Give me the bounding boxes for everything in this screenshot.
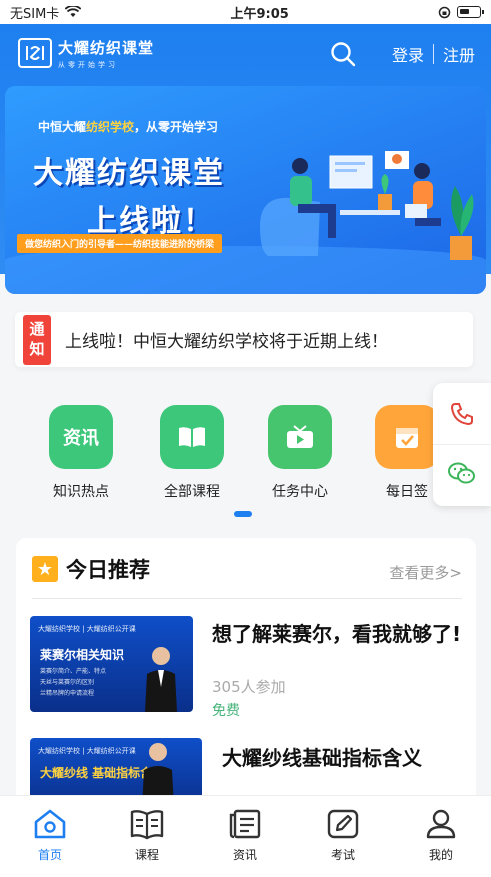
section-divider	[32, 598, 462, 599]
tab-label: 我的	[428, 848, 453, 862]
book-icon	[160, 405, 224, 469]
banner-slogan: 做您纺织入门的引导者——纺织技能进阶的桥梁	[17, 234, 223, 253]
course-title: 想了解莱赛尔，看我就够了!	[212, 622, 462, 646]
tv-icon	[268, 405, 332, 469]
clock-text: 上午9:05	[230, 6, 289, 22]
notice-text: 上线啦！中恒大耀纺织学校将于近期上线！	[65, 332, 388, 352]
calendar-icon	[375, 405, 439, 469]
course-item[interactable]: 大耀纺织学校 | 大耀纺织公开课 莱赛尔相关知识 莱赛尔简介、产能、特点 天丝与…	[30, 616, 470, 719]
thumb-title: 莱赛尔相关知识	[40, 648, 125, 662]
user-icon	[426, 809, 456, 839]
bottom-tab-bar: 首页 课程 资讯 考试 我的	[0, 795, 491, 877]
auth-divider	[432, 44, 434, 64]
thumb-line: 莱赛尔简介、产能、特点	[40, 668, 107, 675]
thumb-line: 天丝与莱赛尔的区别	[40, 679, 95, 686]
recommend-card: ★ 今日推荐 查看更多> 大耀纺织学校 | 大耀纺织公开课 莱赛尔相关知识 莱赛…	[16, 538, 476, 808]
course-thumbnail: 大耀纺织学校 | 大耀纺织公开课 莱赛尔相关知识 莱赛尔简介、产能、特点 天丝与…	[30, 616, 193, 712]
course-participants: 305人参加	[212, 678, 286, 696]
floating-contact-panel	[433, 383, 491, 506]
banner-illustration	[260, 151, 474, 260]
logo-title: 大耀纺织课堂	[58, 38, 155, 57]
thumb-line: 兰精吊牌的申请流程	[40, 690, 95, 697]
tab-profile[interactable]: 我的	[411, 808, 471, 863]
course-price: 免费	[212, 703, 240, 719]
phone-icon[interactable]	[447, 399, 477, 429]
course-book-icon	[130, 810, 164, 840]
carrier-text: 无SIM卡	[10, 6, 60, 22]
tab-news[interactable]: 资讯	[215, 808, 275, 863]
tab-label: 首页	[37, 848, 62, 862]
page-indicator	[234, 511, 252, 517]
grid-label: 知识热点	[53, 484, 109, 500]
logo-tagline: 从零开始学习	[58, 60, 118, 69]
battery-icon	[457, 6, 484, 18]
thumb-header: 大耀纺织学校 | 大耀纺织公开课	[38, 625, 136, 633]
tab-label: 考试	[330, 848, 355, 862]
grid-item-tasks[interactable]: 任务中心	[260, 405, 340, 501]
see-more-link[interactable]: 查看更多>	[389, 562, 462, 583]
lecturer-photo	[145, 647, 177, 712]
notice-bar[interactable]: 通知 上线啦！中恒大耀纺织学校将于近期上线！	[15, 312, 473, 367]
grid-label: 全部课程	[164, 484, 220, 500]
thumb-header: 大耀纺织学校 | 大耀纺织公开课	[38, 747, 136, 755]
course-title: 大耀纱线基础指标含义	[222, 746, 422, 770]
app-logo[interactable]: 大耀纺织课堂 从零开始学习	[18, 37, 154, 70]
float-divider	[433, 444, 491, 445]
orientation-lock-icon	[438, 6, 451, 18]
exam-edit-icon	[327, 809, 359, 839]
search-icon[interactable]	[330, 41, 356, 67]
grid-label: 任务中心	[272, 484, 328, 500]
news-list-icon	[229, 809, 261, 839]
promo-banner[interactable]: 中恒大耀纺织学校，从零开始学习 大耀纺织课堂 上线啦！ 做您纺织入门的引导者——…	[5, 86, 486, 294]
notice-badge: 通知	[23, 314, 51, 365]
top-bar: 大耀纺织课堂 从零开始学习 登录 注册	[0, 24, 491, 82]
login-link[interactable]: 登录	[392, 42, 424, 66]
wifi-icon	[65, 6, 82, 17]
status-bar: 无SIM卡 上午9:05	[0, 0, 491, 24]
tab-home[interactable]: 首页	[20, 808, 80, 863]
home-icon	[34, 809, 66, 839]
banner-subtitle: 中恒大耀纺织学校，从零开始学习	[38, 120, 219, 134]
tab-label: 资讯	[232, 848, 257, 862]
course-item[interactable]: 大耀纺织学校 | 大耀纺织公开课 大耀纱线 基础指标含义 大耀纱线基础指标含义	[30, 738, 470, 808]
register-link[interactable]: 注册	[443, 42, 475, 66]
tab-exam[interactable]: 考试	[313, 808, 373, 863]
section-title: 今日推荐	[66, 558, 150, 582]
banner-title: 大耀纺织课堂	[33, 156, 225, 191]
wechat-icon[interactable]	[447, 459, 477, 489]
grid-item-knowledge[interactable]: 资讯 知识热点	[41, 405, 121, 501]
tab-label: 课程	[134, 848, 159, 862]
star-icon: ★	[32, 556, 58, 582]
tab-courses[interactable]: 课程	[117, 808, 177, 863]
feature-grid: 资讯 知识热点 全部课程 任务中心 每日签	[0, 400, 491, 520]
news-icon: 资讯	[49, 405, 113, 469]
logo-mark-icon	[18, 38, 52, 68]
grid-item-courses[interactable]: 全部课程	[152, 405, 232, 501]
